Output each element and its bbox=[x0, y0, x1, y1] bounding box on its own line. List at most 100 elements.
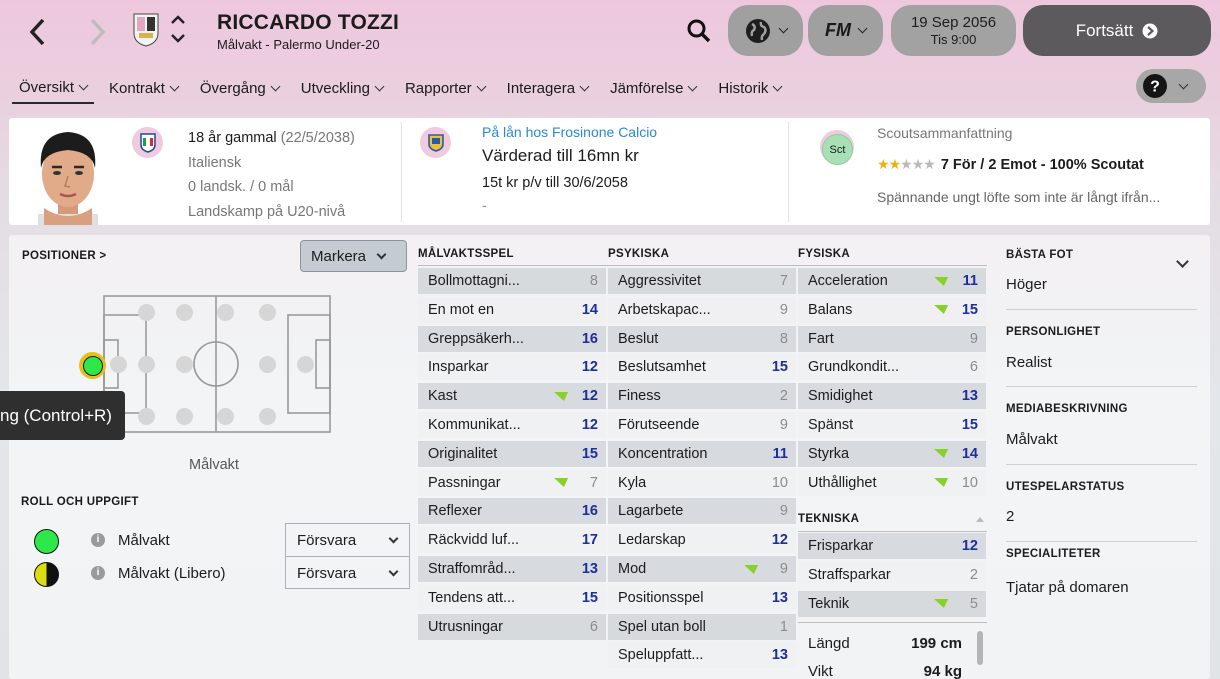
help-menu-button[interactable]: ? bbox=[1136, 69, 1206, 103]
forward-button[interactable] bbox=[80, 12, 114, 52]
tab-overview[interactable]: Översikt bbox=[12, 72, 95, 104]
foot-header: BÄSTA FOT bbox=[1006, 249, 1074, 261]
attribute-row[interactable]: Utrusningar 6 bbox=[418, 613, 606, 640]
scout-rating: ★★★★★ 7 För / 2 Emot - 100% Scoutat bbox=[877, 156, 1160, 173]
attribute-row[interactable]: Lagarbete 9 bbox=[608, 498, 796, 525]
scrollbar[interactable] bbox=[977, 631, 983, 665]
chevron-down-icon bbox=[687, 81, 698, 91]
attribute-row[interactable]: Förutseende 9 bbox=[608, 412, 796, 438]
player-subtitle: Målvakt - Palermo Under-20 bbox=[217, 37, 380, 52]
attribute-row[interactable]: Spänst 15 bbox=[798, 412, 986, 438]
attribute-row[interactable]: Aggressivitet 7 bbox=[608, 268, 796, 294]
tab-history[interactable]: Historik bbox=[711, 72, 788, 104]
role-name: Målvakt (Libero) bbox=[118, 565, 226, 582]
attribute-name: Greppsäkerh... bbox=[428, 330, 524, 347]
duty-dropdown[interactable]: Försvara bbox=[297, 532, 399, 549]
attribute-row[interactable]: Reflexer 16 bbox=[418, 498, 606, 525]
attribute-row[interactable]: Positionsspel 13 bbox=[608, 584, 796, 611]
attribute-value: 5 bbox=[969, 595, 978, 612]
attribute-value: 9 bbox=[779, 561, 788, 577]
attribute-row[interactable]: Beslut 8 bbox=[608, 325, 796, 352]
attribute-name: Smidighet bbox=[808, 388, 873, 405]
attribute-value: 9 bbox=[969, 330, 978, 347]
attribute-row[interactable]: Räckvidd luf... 17 bbox=[418, 527, 606, 554]
attribute-row[interactable]: Straffområd... 13 bbox=[418, 556, 606, 582]
position-goalkeeper-marker[interactable] bbox=[79, 352, 106, 379]
loan-status-link[interactable]: På lån hos Frosinone Calcio bbox=[482, 124, 657, 140]
attribute-row[interactable]: Acceleration 11 bbox=[798, 268, 986, 294]
scout-summary: 7 För / 2 Emot - 100% Scoutat bbox=[940, 156, 1144, 173]
attribute-name: Reflexer bbox=[428, 503, 482, 520]
progress-arrow-icon bbox=[739, 564, 759, 574]
divider bbox=[788, 122, 789, 222]
player-switch[interactable] bbox=[170, 14, 186, 49]
attribute-row[interactable]: Smidighet 13 bbox=[798, 383, 986, 410]
tab-reports[interactable]: Rapporter bbox=[398, 72, 492, 104]
profile-column: 18 år gammal (22/5/2038) Italiensk 0 lan… bbox=[188, 126, 355, 224]
attribute-row[interactable]: Uthållighet 10 bbox=[798, 469, 986, 496]
attribute-row[interactable]: Teknik 5 bbox=[798, 590, 986, 617]
attribute-row[interactable]: Originalitet 15 bbox=[418, 440, 606, 467]
nation-badge[interactable] bbox=[132, 127, 163, 158]
attribute-value: 16 bbox=[581, 330, 598, 347]
tab-development[interactable]: Utveckling bbox=[294, 72, 390, 104]
attribute-row[interactable]: Grundkondit... 6 bbox=[798, 354, 986, 381]
roles-header: ROLL OCH UPPGIFT bbox=[21, 496, 139, 508]
tab-comparison[interactable]: Jämförelse bbox=[603, 72, 703, 104]
attribute-row[interactable]: Spel utan boll 1 bbox=[608, 613, 796, 640]
attribute-row[interactable]: Styrka 14 bbox=[798, 440, 986, 467]
date-display[interactable]: 19 Sep 2056 Tis 9:00 bbox=[891, 5, 1016, 56]
attribute-name: Straffområd... bbox=[428, 561, 516, 577]
attribute-row[interactable]: Mod 9 bbox=[608, 556, 796, 582]
attribute-row[interactable]: Kyla 10 bbox=[608, 469, 796, 496]
tab-contract[interactable]: Kontrakt bbox=[102, 72, 185, 104]
club-badge bbox=[133, 13, 159, 52]
attribute-value: 12 bbox=[961, 538, 978, 554]
tab-transfer[interactable]: Övergång bbox=[193, 72, 286, 104]
world-menu-button[interactable] bbox=[728, 5, 803, 56]
tab-interact[interactable]: Interagera bbox=[500, 72, 595, 104]
attribute-row[interactable]: Beslutsamhet 15 bbox=[608, 354, 796, 381]
chevron-down-icon bbox=[1176, 255, 1189, 268]
search-icon[interactable] bbox=[686, 18, 712, 49]
attribute-row[interactable]: Kast 12 bbox=[418, 383, 606, 410]
fm-menu-button[interactable]: FM bbox=[808, 5, 883, 56]
attribute-value: 1 bbox=[779, 618, 788, 635]
attribute-name: Spänst bbox=[808, 417, 854, 433]
loan-club-badge[interactable] bbox=[420, 127, 451, 158]
attribute-row[interactable]: Speluppfatt... 13 bbox=[608, 642, 796, 669]
attribute-row[interactable]: Arbetskapac... 9 bbox=[608, 296, 796, 323]
continue-button[interactable]: Fortsätt bbox=[1023, 5, 1211, 56]
attribute-row[interactable]: Tendens att... 15 bbox=[418, 584, 606, 611]
scout-column: Scoutsammanfattning ★★★★★ 7 För / 2 Emot… bbox=[877, 125, 1160, 205]
chevron-down-icon bbox=[376, 249, 387, 259]
scout-badge[interactable]: Sct bbox=[822, 134, 853, 165]
info-icon[interactable]: i bbox=[91, 533, 105, 547]
star-empty-icon: ★ bbox=[900, 156, 913, 172]
attribute-row[interactable]: Straffsparkar 2 bbox=[798, 561, 986, 588]
back-button[interactable] bbox=[20, 12, 54, 52]
attribute-row[interactable]: Kommunikat... 12 bbox=[418, 412, 606, 438]
attribute-row[interactable]: Finess 2 bbox=[608, 383, 796, 410]
chevron-down-icon bbox=[78, 80, 89, 90]
collapse-button[interactable] bbox=[1172, 253, 1189, 271]
info-icon[interactable]: i bbox=[91, 566, 105, 580]
attribute-row[interactable]: En mot en 14 bbox=[418, 296, 606, 323]
duty-dropdown[interactable]: Försvara bbox=[297, 565, 399, 582]
attribute-row[interactable]: Greppsäkerh... 16 bbox=[418, 325, 606, 352]
attribute-row[interactable]: Fart 9 bbox=[798, 325, 986, 352]
attribute-row[interactable]: Passningar 7 bbox=[418, 469, 606, 496]
mark-dropdown[interactable]: Markera bbox=[300, 240, 407, 272]
attribute-row[interactable]: Ledarskap 12 bbox=[608, 527, 796, 554]
collapse-icon[interactable] bbox=[976, 517, 984, 522]
attribute-name: Insparkar bbox=[428, 359, 489, 376]
positions-header[interactable]: POSITIONER > bbox=[22, 250, 106, 262]
attribute-row[interactable]: Koncentration 11 bbox=[608, 440, 796, 467]
age: 18 år gammal bbox=[188, 130, 277, 146]
attribute-row[interactable]: Balans 15 bbox=[798, 296, 986, 323]
attribute-name: Räckvidd luf... bbox=[428, 532, 520, 549]
attribute-row[interactable]: Insparkar 12 bbox=[418, 354, 606, 381]
attribute-row[interactable]: Bollmottagni... 8 bbox=[418, 268, 606, 294]
attribute-row[interactable]: Frisparkar 12 bbox=[798, 533, 986, 559]
help-icon: ? bbox=[1143, 74, 1167, 98]
